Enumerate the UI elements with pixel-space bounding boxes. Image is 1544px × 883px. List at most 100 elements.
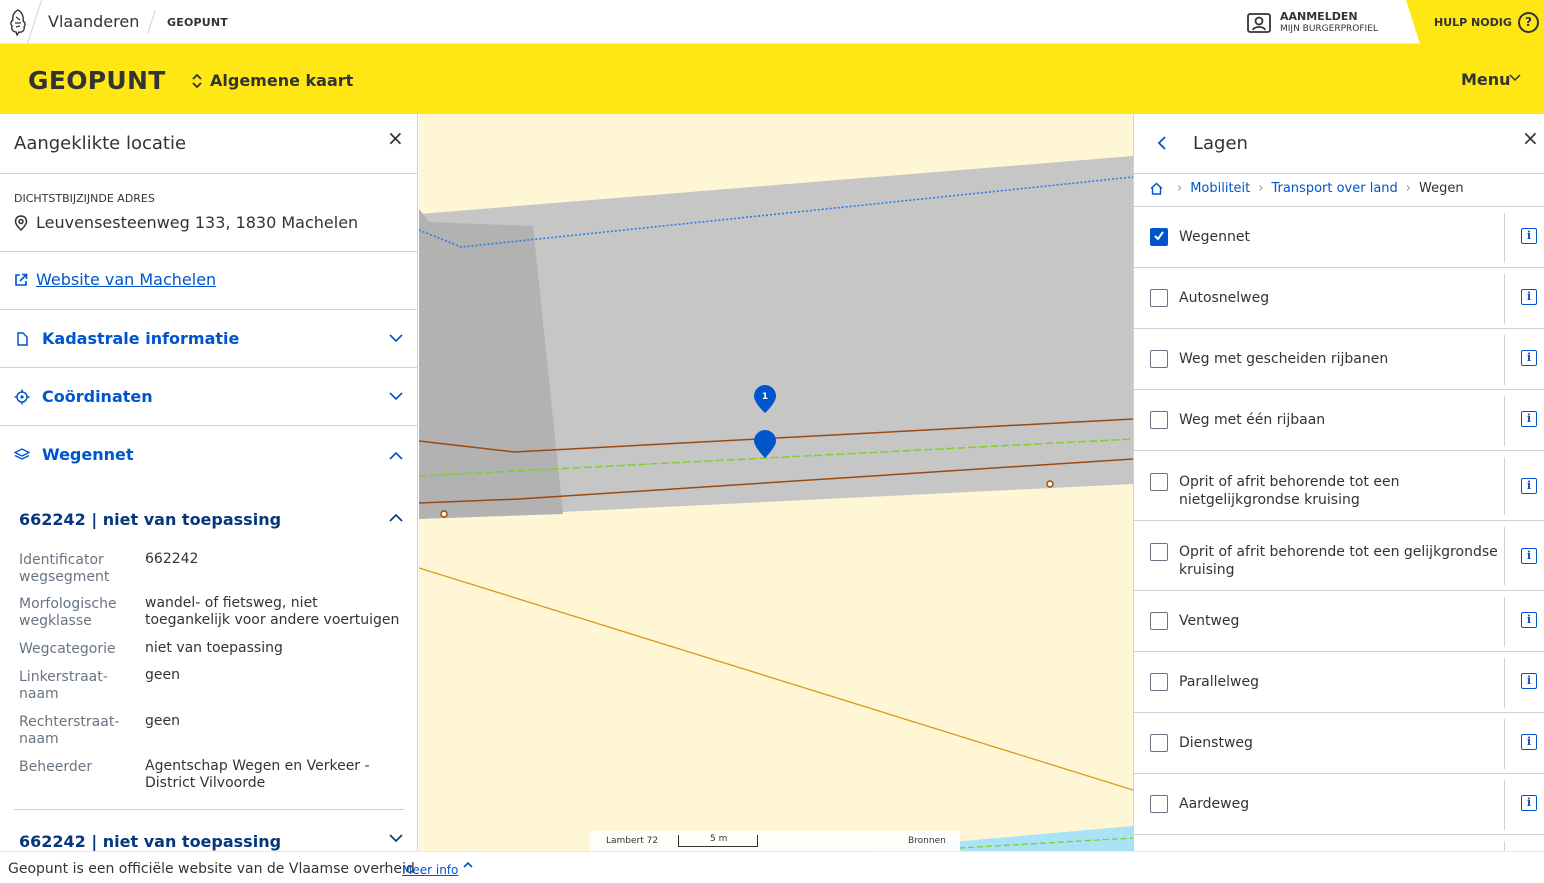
chevron-down-icon[interactable]: [388, 391, 404, 401]
layer-checkbox[interactable]: [1150, 411, 1168, 429]
divider: [1504, 719, 1505, 769]
accordion-kadastrale-informatie[interactable]: Kadastrale informatie: [14, 329, 239, 348]
close-icon[interactable]: ×: [387, 126, 404, 150]
address-label: DICHTSTBIJZIJNDE ADRES: [14, 192, 155, 205]
layer-row[interactable]: Parallelweg i: [1134, 651, 1544, 712]
layer-label: Oprit of afrit behorende tot een nietgel…: [1179, 474, 1400, 508]
info-icon[interactable]: i: [1521, 411, 1537, 427]
chevron-down-icon[interactable]: [388, 333, 404, 343]
property-value: geen: [145, 713, 180, 729]
layer-label: Dienstweg: [1179, 735, 1253, 751]
layer-row[interactable]: Weg met één rijbaan i: [1134, 389, 1544, 450]
crosshair-icon: [14, 389, 30, 404]
info-icon[interactable]: i: [1521, 478, 1537, 494]
checkmark-icon: [1154, 231, 1164, 241]
info-icon[interactable]: i: [1521, 228, 1537, 244]
divider: [1504, 841, 1505, 851]
layer-row[interactable]: Aardeweg i: [1134, 773, 1544, 834]
marker-label: 1: [762, 392, 768, 402]
breadcrumb-mobiliteit[interactable]: Mobiliteit: [1190, 181, 1250, 196]
divider: [14, 809, 404, 810]
layer-row[interactable]: Autosnelweg i: [1134, 267, 1544, 328]
divider: [1504, 274, 1505, 324]
chevron-up-icon[interactable]: [463, 861, 473, 869]
user-profile-icon: [1247, 13, 1271, 33]
divider: [1504, 780, 1505, 830]
accordion-label: Wegennet: [42, 445, 134, 464]
info-icon[interactable]: i: [1521, 612, 1537, 628]
property-value: niet van toepassing: [145, 640, 283, 656]
breadcrumb-transport[interactable]: Transport over land: [1271, 181, 1397, 196]
menu-button[interactable]: Menu: [1461, 70, 1511, 89]
chevron-down-icon[interactable]: [388, 833, 404, 843]
layer-row[interactable]: Weg met gescheiden rijbanen i: [1134, 328, 1544, 389]
layer-checkbox[interactable]: [1150, 543, 1168, 561]
map-layer[interactable]: 1: [419, 114, 1133, 851]
chevron-up-down-icon: [192, 73, 202, 88]
property-key: Morfologische wegklasse: [19, 596, 117, 629]
layer-label: Oprit of afrit behorende tot een gelijkg…: [1179, 544, 1498, 578]
info-icon[interactable]: i: [1521, 734, 1537, 750]
layer-row[interactable]: Oprit of afrit behorende tot een nietgel…: [1134, 450, 1544, 520]
property-key: Linkerstraat­naam: [19, 669, 108, 702]
layer-checkbox[interactable]: [1150, 612, 1168, 630]
chevron-up-icon[interactable]: [388, 513, 404, 523]
footer-more-info-link[interactable]: Meer info: [402, 863, 458, 877]
info-icon[interactable]: i: [1521, 548, 1537, 564]
layer-checkbox[interactable]: [1150, 289, 1168, 307]
login-sublabel: MIJN BURGERPROFIEL: [1280, 24, 1378, 34]
info-icon[interactable]: i: [1521, 289, 1537, 305]
external-link-icon: [15, 273, 28, 286]
header-divider: [147, 10, 156, 34]
footer: Geopunt is een officiële website van de …: [0, 851, 1544, 883]
property-value: 662242: [145, 551, 199, 567]
chevron-left-icon[interactable]: [1156, 135, 1168, 151]
close-icon[interactable]: ×: [1522, 126, 1539, 150]
accordion-wegennet[interactable]: Wegennet: [14, 445, 134, 464]
layer-label: Ventweg: [1179, 613, 1240, 629]
layer-row[interactable]: Ventweg i: [1134, 590, 1544, 651]
property-value: Agentschap Wegen en Verkeer - District V…: [145, 758, 370, 791]
layer-checkbox[interactable]: [1150, 734, 1168, 752]
accordion-coordinaten[interactable]: Coördinaten: [14, 387, 153, 406]
help-button[interactable]: HULP NODIG ?: [1406, 0, 1544, 44]
map-canvas[interactable]: 1: [419, 114, 1133, 851]
layer-checkbox[interactable]: [1150, 228, 1168, 246]
layer-row[interactable]: Dienstweg i: [1134, 712, 1544, 773]
layer-row[interactable]: Oprit of afrit behorende tot een gelijkg…: [1134, 520, 1544, 590]
location-pin-icon: [14, 214, 28, 231]
layer-checkbox[interactable]: [1150, 473, 1168, 491]
parcel-icon: [17, 331, 28, 346]
vlaanderen-lion-logo-icon[interactable]: [6, 8, 30, 36]
sources-link[interactable]: Bronnen: [908, 836, 946, 846]
layer-checkbox[interactable]: [1150, 673, 1168, 691]
site-name[interactable]: GEOPUNT: [167, 16, 228, 29]
info-icon[interactable]: i: [1521, 795, 1537, 811]
entity-name[interactable]: Vlaanderen: [48, 12, 139, 31]
divider: [1504, 396, 1505, 446]
divider: [0, 425, 417, 426]
segment-title[interactable]: 662242 | niet van toepassing: [19, 510, 281, 529]
info-icon[interactable]: i: [1521, 350, 1537, 366]
layer-checkbox[interactable]: [1150, 795, 1168, 813]
segment-title[interactable]: 662242 | niet van toepassing: [19, 832, 281, 851]
divider: [1504, 213, 1505, 263]
layer-row[interactable]: Wegennet i: [1134, 206, 1544, 268]
property-value: wandel- of fietsweg, niet toegankelijk v…: [145, 595, 400, 628]
property-key: Identificator wegsegment: [19, 552, 110, 585]
divider: [1504, 597, 1505, 647]
app-brand[interactable]: GEOPUNT: [28, 66, 166, 95]
info-icon[interactable]: i: [1521, 673, 1537, 689]
map-selector[interactable]: Algemene kaart: [192, 71, 353, 90]
website-link[interactable]: Website van Machelen: [14, 270, 216, 289]
website-link-label: Website van Machelen: [36, 270, 217, 289]
chevron-down-icon[interactable]: [1509, 68, 1521, 88]
chevron-up-icon[interactable]: [388, 451, 404, 461]
layer-row[interactable]: [1134, 834, 1544, 851]
layer-label: Weg met één rijbaan: [1179, 412, 1326, 428]
divider: [0, 173, 417, 174]
layer-checkbox[interactable]: [1150, 350, 1168, 368]
login-button[interactable]: AANMELDEN MIJN BURGERPROFIEL: [1246, 9, 1378, 37]
help-label: HULP NODIG: [1434, 16, 1512, 29]
home-icon[interactable]: [1150, 182, 1163, 195]
